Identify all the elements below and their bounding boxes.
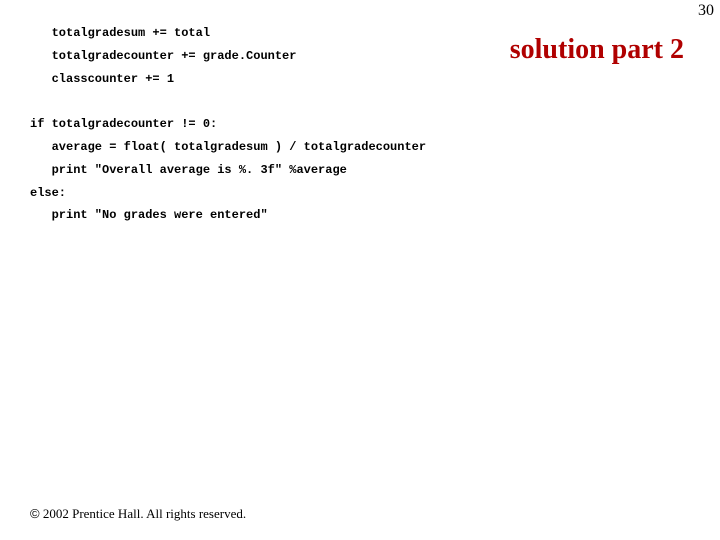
code-line: classcounter += 1 xyxy=(30,72,174,86)
footer-text: 2002 Prentice Hall. All rights reserved. xyxy=(43,506,246,521)
code-line: print "Overall average is %. 3f" %averag… xyxy=(30,163,347,177)
code-line: else: xyxy=(30,186,66,200)
code-block: totalgradesum += total totalgradecounter… xyxy=(30,22,426,227)
page-number: 30 xyxy=(698,2,714,20)
code-line: totalgradecounter += grade.Counter xyxy=(30,49,296,63)
copyright-icon: © xyxy=(30,506,40,521)
code-line: print "No grades were entered" xyxy=(30,208,268,222)
code-line: if totalgradecounter != 0: xyxy=(30,117,217,131)
code-line: average = float( totalgradesum ) / total… xyxy=(30,140,426,154)
footer: © 2002 Prentice Hall. All rights reserve… xyxy=(30,506,246,522)
code-line: totalgradesum += total xyxy=(30,26,210,40)
slide: 30 solution part 2 totalgradesum += tota… xyxy=(0,0,720,540)
slide-title: solution part 2 xyxy=(510,34,684,66)
